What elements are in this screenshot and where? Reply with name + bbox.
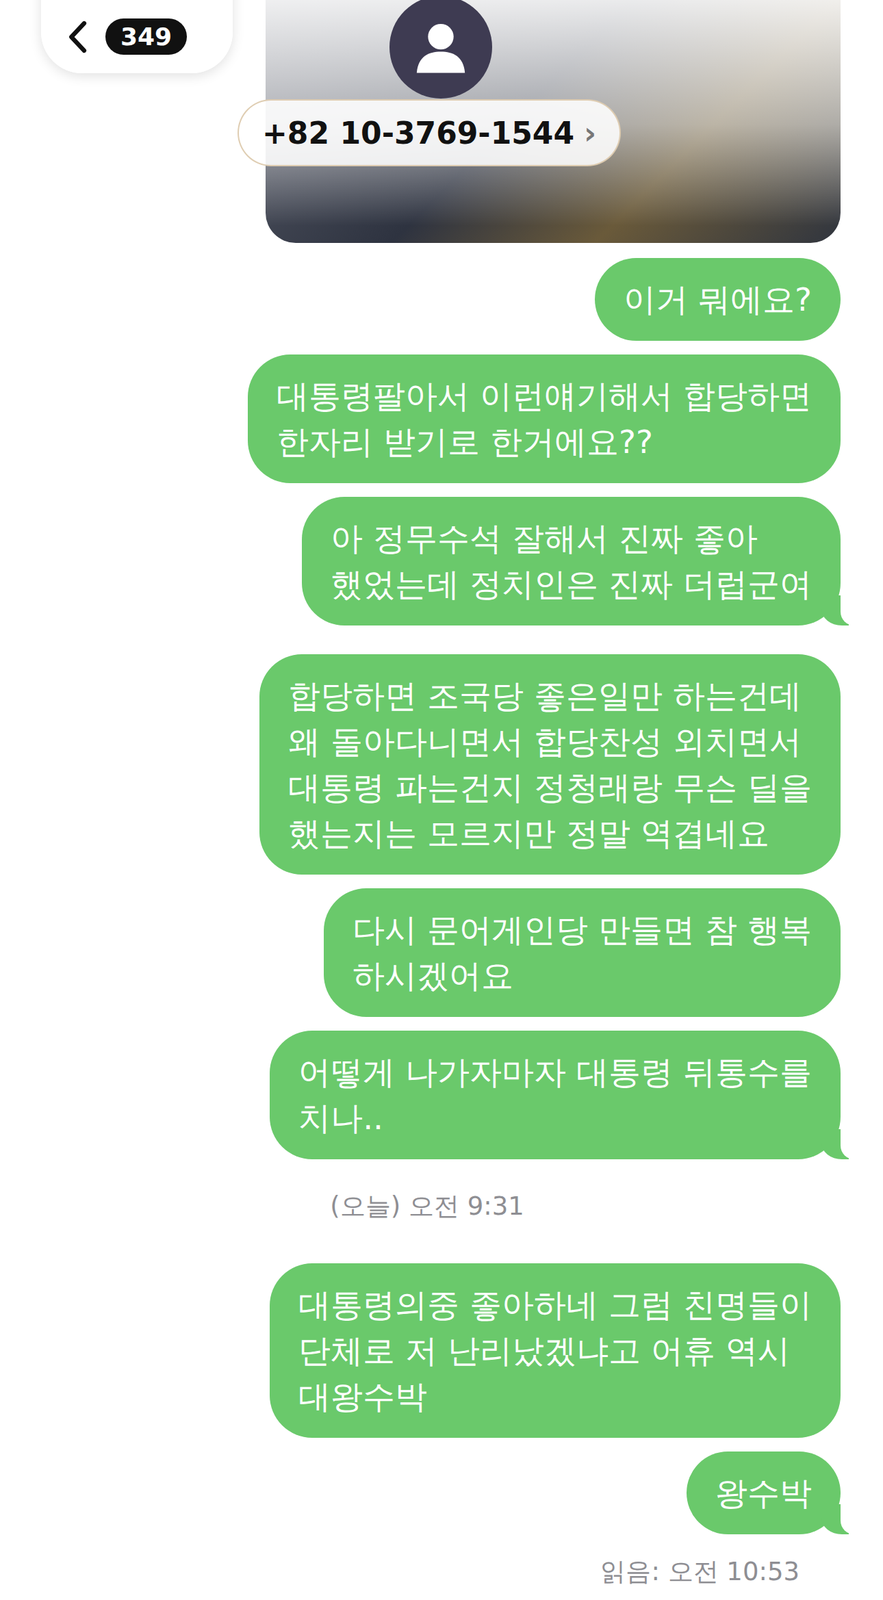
message-line: 단체로 저 난리났겠냐고 어휴 역시 <box>298 1327 812 1374</box>
message-bubble[interactable]: 합당하면 조국당 좋은일만 하는건데왜 돌아다니면서 합당찬성 외치면서대통령 … <box>259 654 841 875</box>
message-line: 왜 돌아다니면서 합당찬성 외치면서 <box>288 718 812 765</box>
message-line: 합당하면 조국당 좋은일만 하는건데 <box>288 672 812 719</box>
person-icon <box>403 9 479 85</box>
message-row: 다시 문어게인당 만들면 참 행복하시겠어요 <box>27 888 841 1018</box>
contact-chevron: › <box>583 115 597 151</box>
message-line: 이거 뭐에요? <box>623 276 812 323</box>
message-row: 대통령팔아서 이런얘기해서 합당하면한자리 받기로 한거에요?? <box>27 354 841 484</box>
chat-screen: 349 +82 10-3769-1544 › 이거 뭐에요? 대통령팔아서 이런얘… <box>0 0 883 1600</box>
message-line: 한자리 받기로 한거에요?? <box>276 418 812 465</box>
unread-badge: 349 <box>105 18 187 55</box>
read-receipt: 읽음: 오전 10:53 <box>600 1555 800 1590</box>
message-line: 다시 문어게인당 만들면 참 행복 <box>352 906 812 953</box>
contact-avatar[interactable] <box>389 0 493 99</box>
message-line: 왕수박 <box>715 1470 812 1517</box>
message-line: 했었는데 정치인은 진짜 더럽군여 <box>330 561 812 608</box>
chat-header: 349 +82 10-3769-1544 › <box>0 0 883 243</box>
chevron-left-icon <box>67 19 88 55</box>
message-bubble[interactable]: 왕수박 <box>686 1451 841 1535</box>
message-line: 대통령 파는건지 정청래랑 무슨 딜을 <box>288 764 812 811</box>
contact-pill[interactable]: +82 10-3769-1544 › <box>237 99 621 167</box>
contact-number: +82 10-3769-1544 <box>262 115 575 151</box>
timestamp: (오늘) 오전 9:31 <box>27 1189 841 1224</box>
message-line: 했는지는 모르지만 정말 역겹네요 <box>288 810 812 857</box>
message-line: 대통령팔아서 이런얘기해서 합당하면 <box>276 373 812 419</box>
message-line: 어떻게 나가자마자 대통령 뒤통수를 <box>298 1049 812 1096</box>
message-line: 하시겠어요 <box>352 952 812 999</box>
message-bubble[interactable]: 아 정무수석 잘해서 진짜 좋아했었는데 정치인은 진짜 더럽군여 <box>301 496 841 626</box>
message-bubble[interactable]: 대통령의중 좋아하네 그럼 친명들이단체로 저 난리났겠냐고 어휴 역시대왕수박 <box>269 1263 841 1439</box>
message-line: 아 정무수석 잘해서 진짜 좋아 <box>330 515 812 562</box>
message-row: 어떻게 나가자마자 대통령 뒤통수를치나.. <box>27 1030 841 1160</box>
message-line: 대통령의중 좋아하네 그럼 친명들이 <box>298 1282 812 1328</box>
message-row: 이거 뭐에요? <box>27 258 841 341</box>
message-thread: 이거 뭐에요?대통령팔아서 이런얘기해서 합당하면한자리 받기로 한거에요??아… <box>0 242 883 1600</box>
message-bubble[interactable]: 다시 문어게인당 만들면 참 행복하시겠어요 <box>323 888 841 1018</box>
back-button[interactable]: 349 <box>41 0 233 74</box>
message-bubble[interactable]: 어떻게 나가자마자 대통령 뒤통수를치나.. <box>269 1030 841 1160</box>
message-line: 치나.. <box>298 1095 812 1142</box>
message-row: 대통령의중 좋아하네 그럼 친명들이단체로 저 난리났겠냐고 어휴 역시대왕수박 <box>27 1263 841 1439</box>
message-row: 아 정무수석 잘해서 진짜 좋아했었는데 정치인은 진짜 더럽군여 <box>27 496 841 626</box>
message-row: 합당하면 조국당 좋은일만 하는건데왜 돌아다니면서 합당찬성 외치면서대통령 … <box>27 654 841 875</box>
message-bubble[interactable]: 대통령팔아서 이런얘기해서 합당하면한자리 받기로 한거에요?? <box>247 354 841 484</box>
message-row: 왕수박 <box>27 1451 841 1535</box>
message-bubble[interactable]: 이거 뭐에요? <box>594 258 841 341</box>
message-line: 대왕수박 <box>298 1373 812 1420</box>
